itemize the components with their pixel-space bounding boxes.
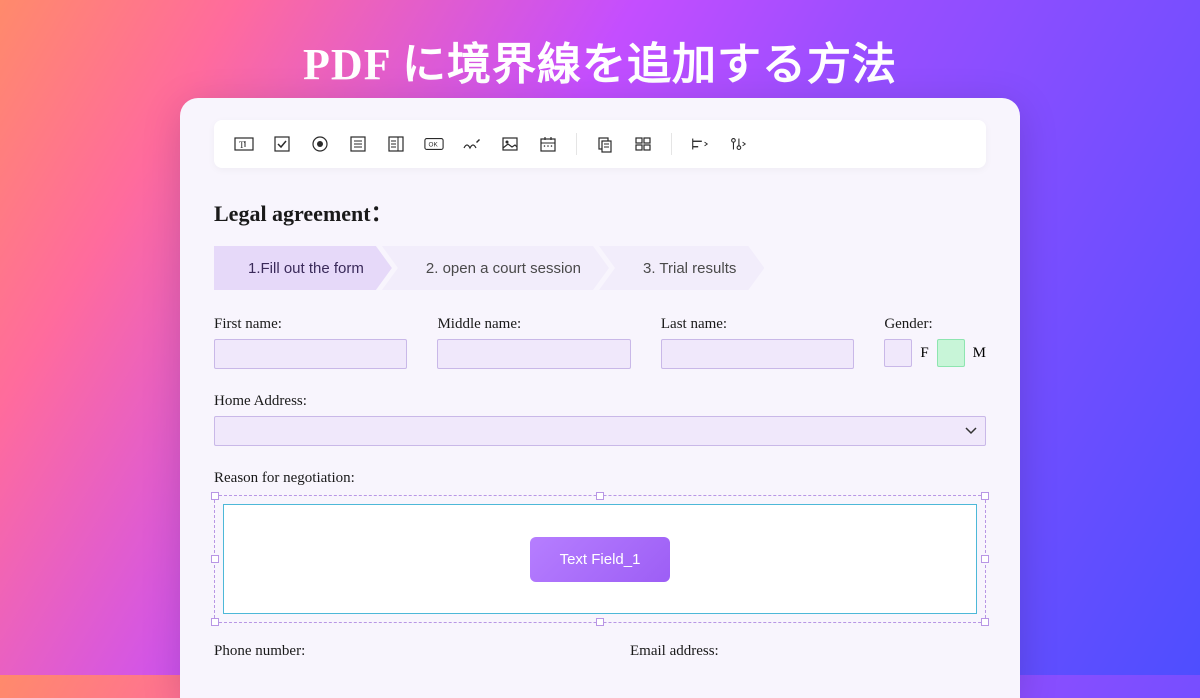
resize-handle[interactable] xyxy=(596,618,604,626)
steps-breadcrumb: 1.Fill out the form 2. open a court sess… xyxy=(214,246,986,290)
step-2[interactable]: 2. open a court session xyxy=(382,246,609,290)
radio-icon[interactable] xyxy=(310,134,330,154)
list-icon[interactable] xyxy=(348,134,368,154)
middle-name-input[interactable] xyxy=(437,339,630,369)
resize-handle[interactable] xyxy=(981,618,989,626)
chevron-down-icon xyxy=(965,427,977,435)
first-name-input[interactable] xyxy=(214,339,407,369)
gender-m-checkbox[interactable] xyxy=(937,339,965,367)
field-selection[interactable]: Text Field_1 xyxy=(214,495,986,623)
gender-f-label: F xyxy=(920,345,928,362)
resize-handle[interactable] xyxy=(211,555,219,563)
resize-handle[interactable] xyxy=(981,555,989,563)
form-toolbar: T OK xyxy=(214,120,986,168)
name-row: First name: Middle name: Last name: Gend… xyxy=(214,316,986,369)
email-label: Email address: xyxy=(630,643,986,660)
resize-handle[interactable] xyxy=(211,618,219,626)
svg-text:OK: OK xyxy=(429,142,439,149)
svg-text:T: T xyxy=(239,140,245,150)
toolbar-separator xyxy=(671,133,672,155)
last-name-input[interactable] xyxy=(661,339,854,369)
middle-name-label: Middle name: xyxy=(437,316,630,333)
copy-icon[interactable] xyxy=(595,134,615,154)
date-icon[interactable] xyxy=(538,134,558,154)
gender-label: Gender: xyxy=(884,316,986,333)
toolbar-separator xyxy=(576,133,577,155)
home-address-dropdown[interactable] xyxy=(214,416,986,446)
tools-icon[interactable] xyxy=(728,134,748,154)
image-icon[interactable] xyxy=(500,134,520,154)
home-address-label: Home Address: xyxy=(214,393,986,410)
gender-m-label: M xyxy=(973,345,986,362)
field-name-badge[interactable]: Text Field_1 xyxy=(530,537,671,582)
resize-handle[interactable] xyxy=(596,492,604,500)
gender-f-checkbox[interactable] xyxy=(884,339,912,367)
combo-icon[interactable] xyxy=(386,134,406,154)
reason-label: Reason for negotiation: xyxy=(214,470,986,487)
text-field-icon[interactable]: T xyxy=(234,134,254,154)
step-1[interactable]: 1.Fill out the form xyxy=(214,246,392,290)
checkbox-icon[interactable] xyxy=(272,134,292,154)
phone-label: Phone number: xyxy=(214,643,570,660)
reason-textarea[interactable]: Text Field_1 xyxy=(223,504,977,614)
grid-icon[interactable] xyxy=(633,134,653,154)
resize-handle[interactable] xyxy=(211,492,219,500)
first-name-label: First name: xyxy=(214,316,407,333)
align-icon[interactable] xyxy=(690,134,710,154)
signature-icon[interactable] xyxy=(462,134,482,154)
page-title: PDF に境界線を追加する方法 xyxy=(0,0,1200,92)
last-name-label: Last name: xyxy=(661,316,854,333)
step-3[interactable]: 3. Trial results xyxy=(599,246,764,290)
document-title: Legal agreement： xyxy=(214,196,986,228)
resize-handle[interactable] xyxy=(981,492,989,500)
editor-panel: T OK xyxy=(180,98,1020,698)
ok-button-icon[interactable]: OK xyxy=(424,134,444,154)
